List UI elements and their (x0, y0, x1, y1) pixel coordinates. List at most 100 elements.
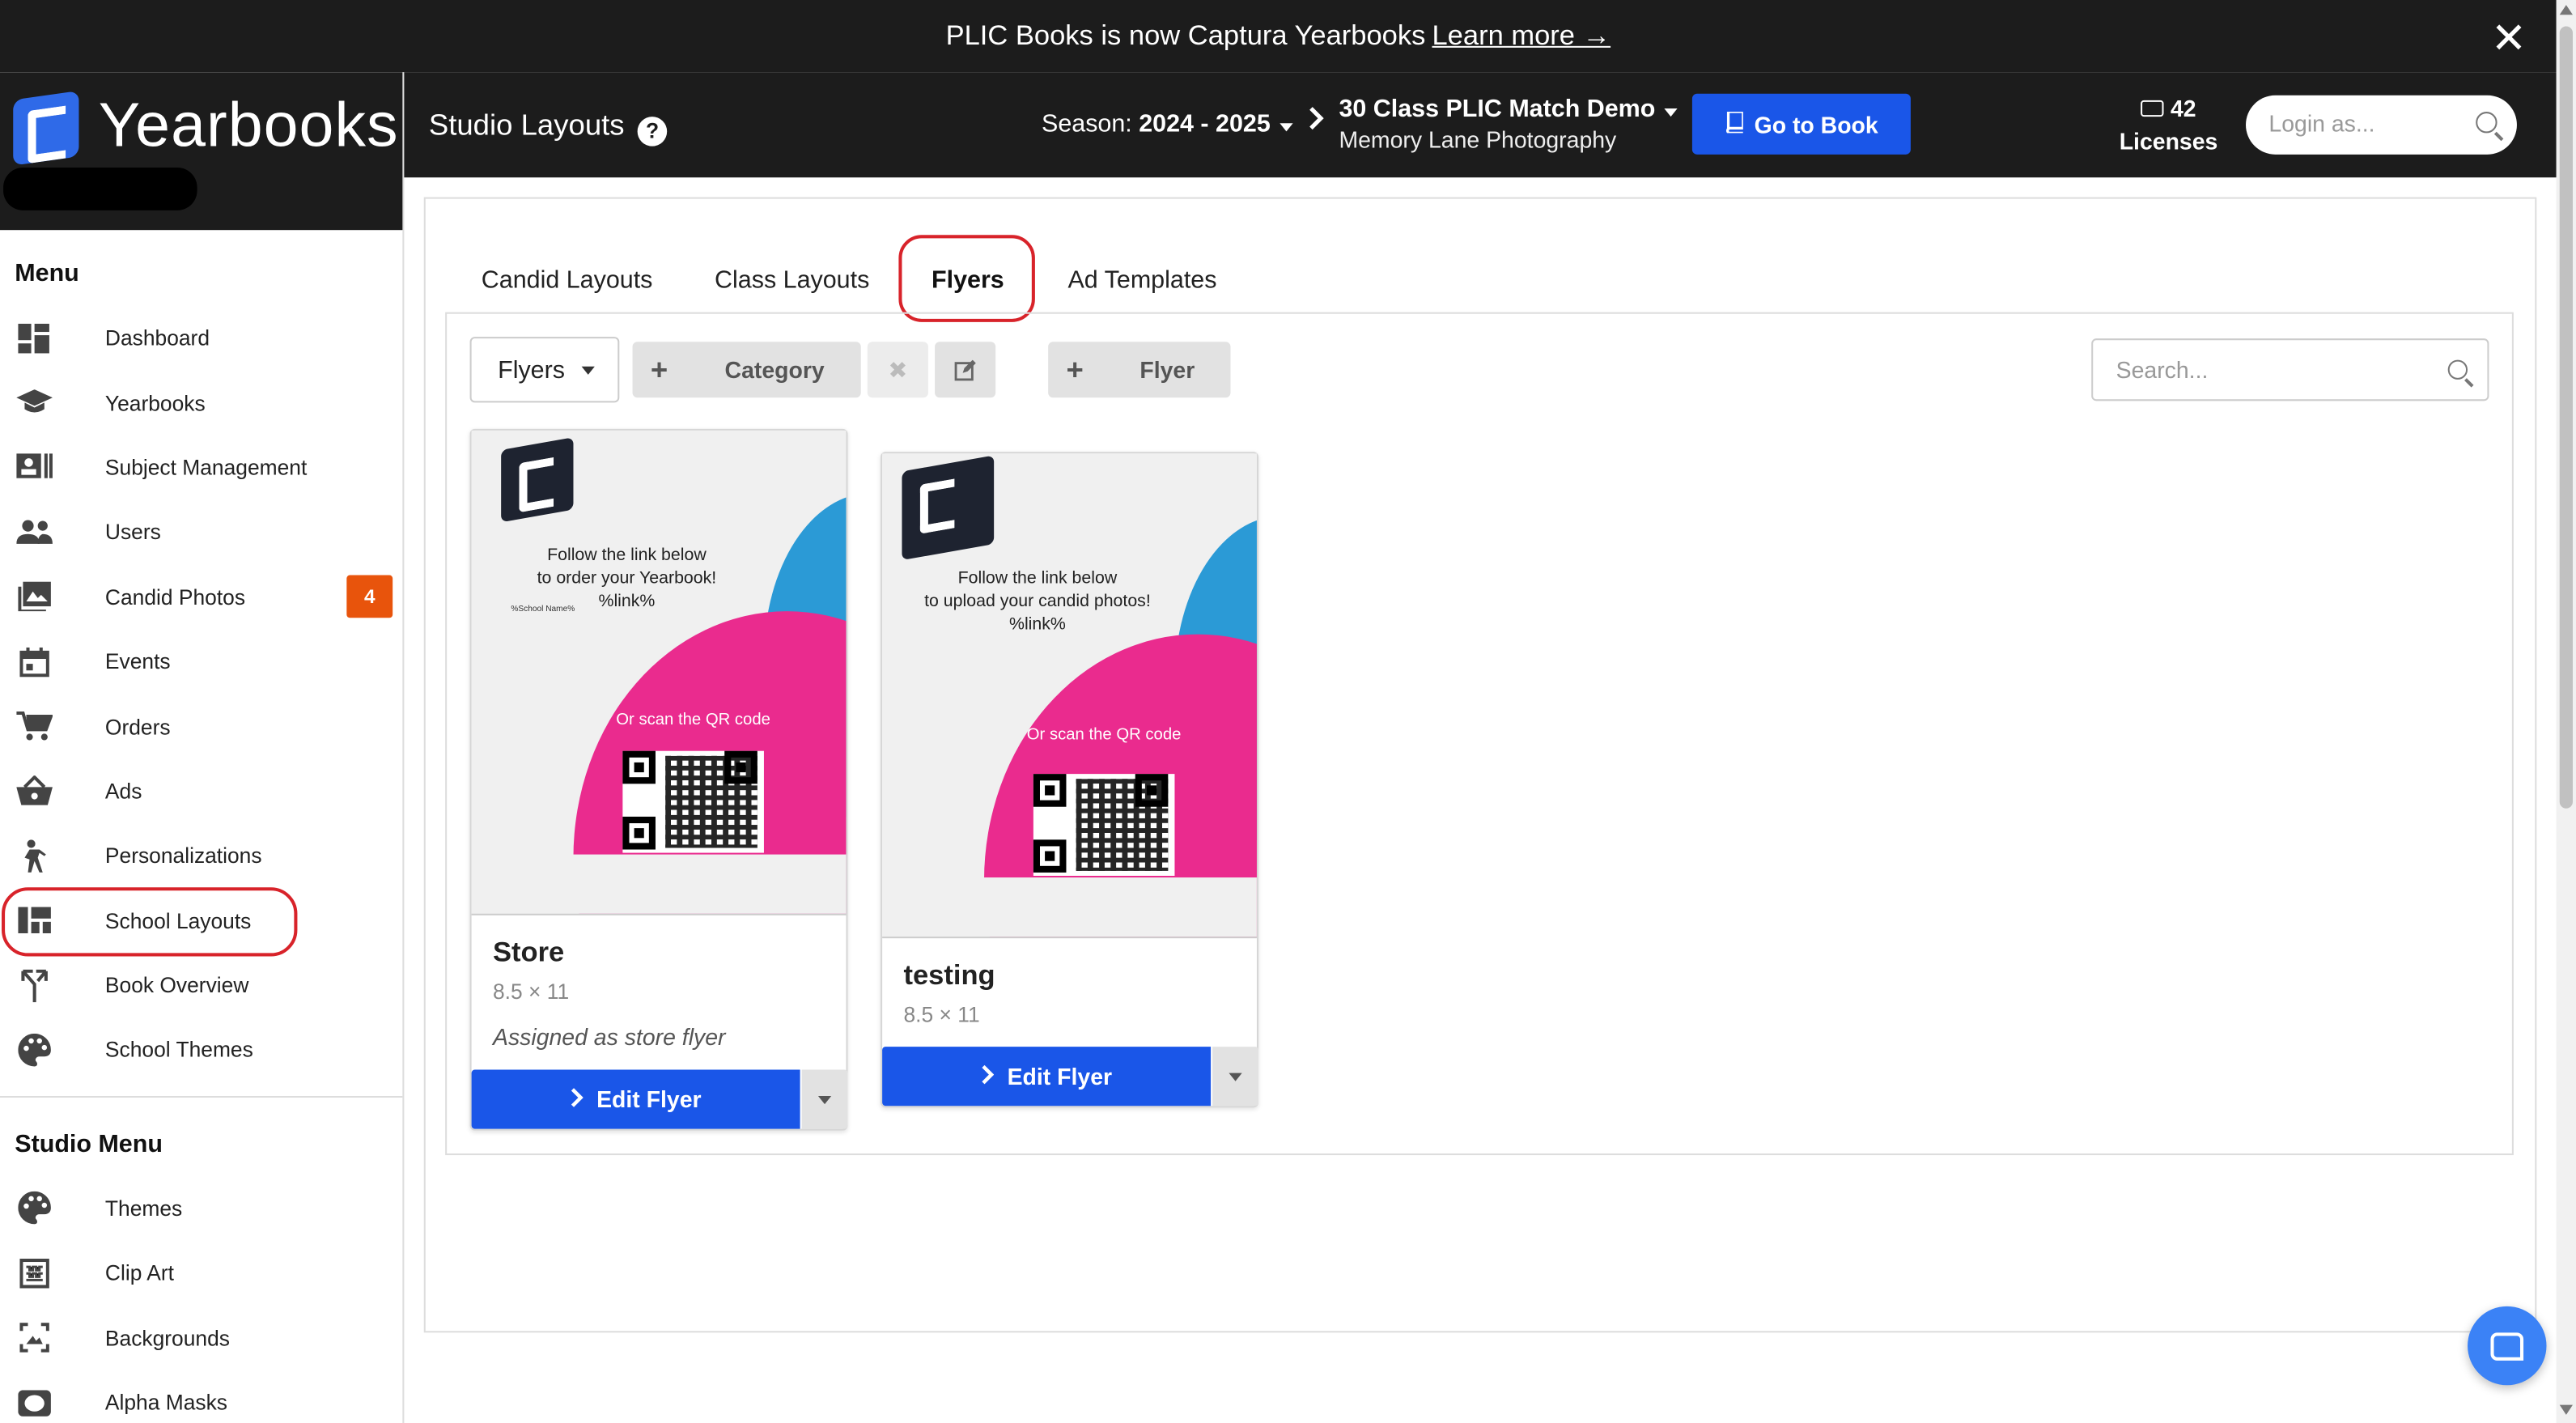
chat-launcher-button[interactable] (2468, 1306, 2547, 1386)
scroll-down-arrow-icon[interactable] (2559, 1404, 2573, 1415)
flyer-scan-text: Or scan the QR code (616, 711, 770, 730)
edit-flyer-label: Edit Flyer (596, 1085, 702, 1113)
flyer-options-dropdown[interactable] (801, 1069, 848, 1129)
sidebar-item-events[interactable]: Events (0, 629, 402, 694)
top-header: Studio Layouts ? Season: 2024 - 2025 30 … (404, 72, 2557, 178)
person-icon (16, 839, 53, 873)
sidebar-item-label: School Layouts (104, 907, 252, 933)
search-icon[interactable] (2447, 359, 2468, 380)
sidebar-item-backgrounds[interactable]: Backgrounds (0, 1306, 402, 1370)
sidebar-item-label: Users (104, 520, 161, 545)
sidebar-item-dashboard[interactable]: Dashboard (0, 306, 402, 371)
delete-category-button[interactable]: ✖ (867, 342, 928, 398)
sidebar-item-label: Orders (104, 714, 171, 739)
sidebar-item-yearbooks[interactable]: Yearbooks (0, 371, 402, 435)
season-label: Season: (1042, 110, 1132, 138)
edit-flyer-button[interactable]: Edit Flyer (882, 1047, 1212, 1107)
flyer-options-dropdown[interactable] (1212, 1047, 1258, 1107)
studio-menu-heading: Studio Menu (15, 1130, 163, 1158)
page-scrollbar[interactable] (2556, 0, 2576, 1423)
flyer-card-store[interactable]: Follow the link below to order your Year… (469, 428, 848, 1131)
sidebar-item-themes[interactable]: Themes (0, 1176, 402, 1241)
page-title: Studio Layouts ? (429, 108, 668, 146)
cart-icon (16, 712, 53, 741)
id-card-icon (16, 452, 53, 482)
palette-icon (16, 1033, 53, 1067)
flyer-bottom-band (882, 877, 1257, 937)
candid-photos-count-badge: 4 (346, 576, 393, 618)
add-category-button[interactable]: + Category (632, 342, 861, 398)
dashboard-icon (16, 323, 53, 353)
add-flyer-label: Flyer (1139, 356, 1195, 383)
flyer-card-testing[interactable]: Follow the link below to upload your can… (881, 452, 1258, 1108)
add-flyer-button[interactable]: + Flyer (1048, 342, 1231, 398)
chevron-right-icon (1308, 105, 1324, 140)
scrollbar-thumb[interactable] (2559, 26, 2573, 809)
flyer-line: Follow the link below (547, 545, 707, 566)
sidebar-item-personalizations[interactable]: Personalizations (0, 823, 402, 888)
help-icon[interactable]: ? (637, 116, 668, 146)
sidebar-item-label: Yearbooks (104, 390, 206, 415)
brand-logo[interactable]: Yearbooks (0, 72, 403, 231)
go-to-book-button[interactable]: Go to Book (1691, 93, 1911, 155)
clipart-icon (16, 1258, 53, 1289)
sidebar-item-orders[interactable]: Orders (0, 694, 402, 758)
search-icon[interactable] (2476, 112, 2497, 134)
project-selector[interactable]: 30 Class PLIC Match Demo Memory Lane Pho… (1339, 96, 1678, 155)
sidebar-item-clip-art[interactable]: Clip Art (0, 1241, 402, 1306)
flyer-text: Follow the link below to order your Year… (475, 544, 779, 613)
season-caret-icon (1280, 123, 1294, 132)
sidebar: Yearbooks Menu Dashboard Yearbooks Subje… (0, 72, 405, 1423)
sidebar-item-subject-management[interactable]: Subject Management (0, 435, 402, 500)
flyer-thumbnail[interactable]: Follow the link below to order your Year… (471, 430, 847, 915)
scroll-up-arrow-icon[interactable] (2559, 5, 2573, 15)
sidebar-item-label: Dashboard (104, 325, 210, 350)
flyer-category-dropdown[interactable]: Flyers (469, 337, 620, 403)
flyer-line: Follow the link below (957, 568, 1118, 588)
tab-candid-layouts[interactable]: Candid Layouts (482, 266, 653, 295)
sidebar-item-users[interactable]: Users (0, 499, 402, 564)
banner-text: PLIC Books is now Captura Yearbooks (945, 19, 1426, 51)
edit-icon (954, 359, 976, 380)
season-selector[interactable]: Season: 2024 - 2025 (1042, 110, 1294, 138)
fork-icon (16, 968, 53, 1002)
sidebar-item-ads[interactable]: Ads (0, 758, 402, 823)
sidebar-item-label: Subject Management (104, 455, 308, 480)
chevron-right-icon (981, 1064, 995, 1088)
tab-ad-templates[interactable]: Ad Templates (1068, 266, 1217, 295)
background-icon (16, 1323, 53, 1353)
tab-class-layouts[interactable]: Class Layouts (715, 266, 869, 295)
sidebar-item-school-layouts[interactable]: School Layouts (0, 888, 402, 953)
edit-category-button[interactable] (935, 342, 996, 398)
banner-close-icon[interactable]: ✕ (2491, 13, 2527, 64)
search-placeholder: Search... (2116, 356, 2209, 383)
flyer-thumbnail[interactable]: Follow the link below to upload your can… (882, 453, 1257, 939)
flyer-category-value: Flyers (498, 355, 566, 384)
add-category-label: Category (724, 356, 825, 383)
learn-more-link[interactable]: Learn more → (1432, 19, 1611, 53)
sidebar-item-school-themes[interactable]: School Themes (0, 1017, 402, 1082)
sidebar-item-alpha-masks[interactable]: Alpha Masks (0, 1370, 402, 1423)
photo-icon (16, 582, 53, 612)
qr-code-icon (1033, 774, 1175, 876)
sidebar-item-candid-photos[interactable]: Candid Photos 4 (0, 564, 402, 629)
flyer-note: Assigned as store flyer (493, 1023, 726, 1051)
flyer-title: testing (903, 959, 995, 992)
sidebar-item-label: Ads (104, 779, 142, 804)
project-studio: Memory Lane Photography (1339, 126, 1617, 153)
project-caret-icon (1663, 108, 1678, 117)
sidebar-item-book-overview[interactable]: Book Overview (0, 953, 402, 1017)
login-as-placeholder: Login as... (2268, 110, 2375, 137)
edit-flyer-button[interactable]: Edit Flyer (471, 1069, 800, 1129)
tab-flyers[interactable]: Flyers (932, 266, 1004, 295)
announcement-banner: PLIC Books is now Captura Yearbooks Lear… (0, 0, 2557, 73)
app-root: PLIC Books is now Captura Yearbooks Lear… (0, 0, 2576, 1423)
search-input[interactable]: Search... (2091, 338, 2489, 401)
sidebar-item-label: Candid Photos (104, 584, 246, 610)
flyer-bottom-band (471, 854, 847, 914)
login-as-input[interactable]: Login as... (2246, 95, 2517, 155)
sidebar-item-label: Events (104, 649, 171, 674)
flyer-scan-text: Or scan the QR code (1026, 726, 1182, 745)
flyer-school-name: %School Name% (511, 605, 575, 615)
book-icon (1725, 109, 1745, 137)
